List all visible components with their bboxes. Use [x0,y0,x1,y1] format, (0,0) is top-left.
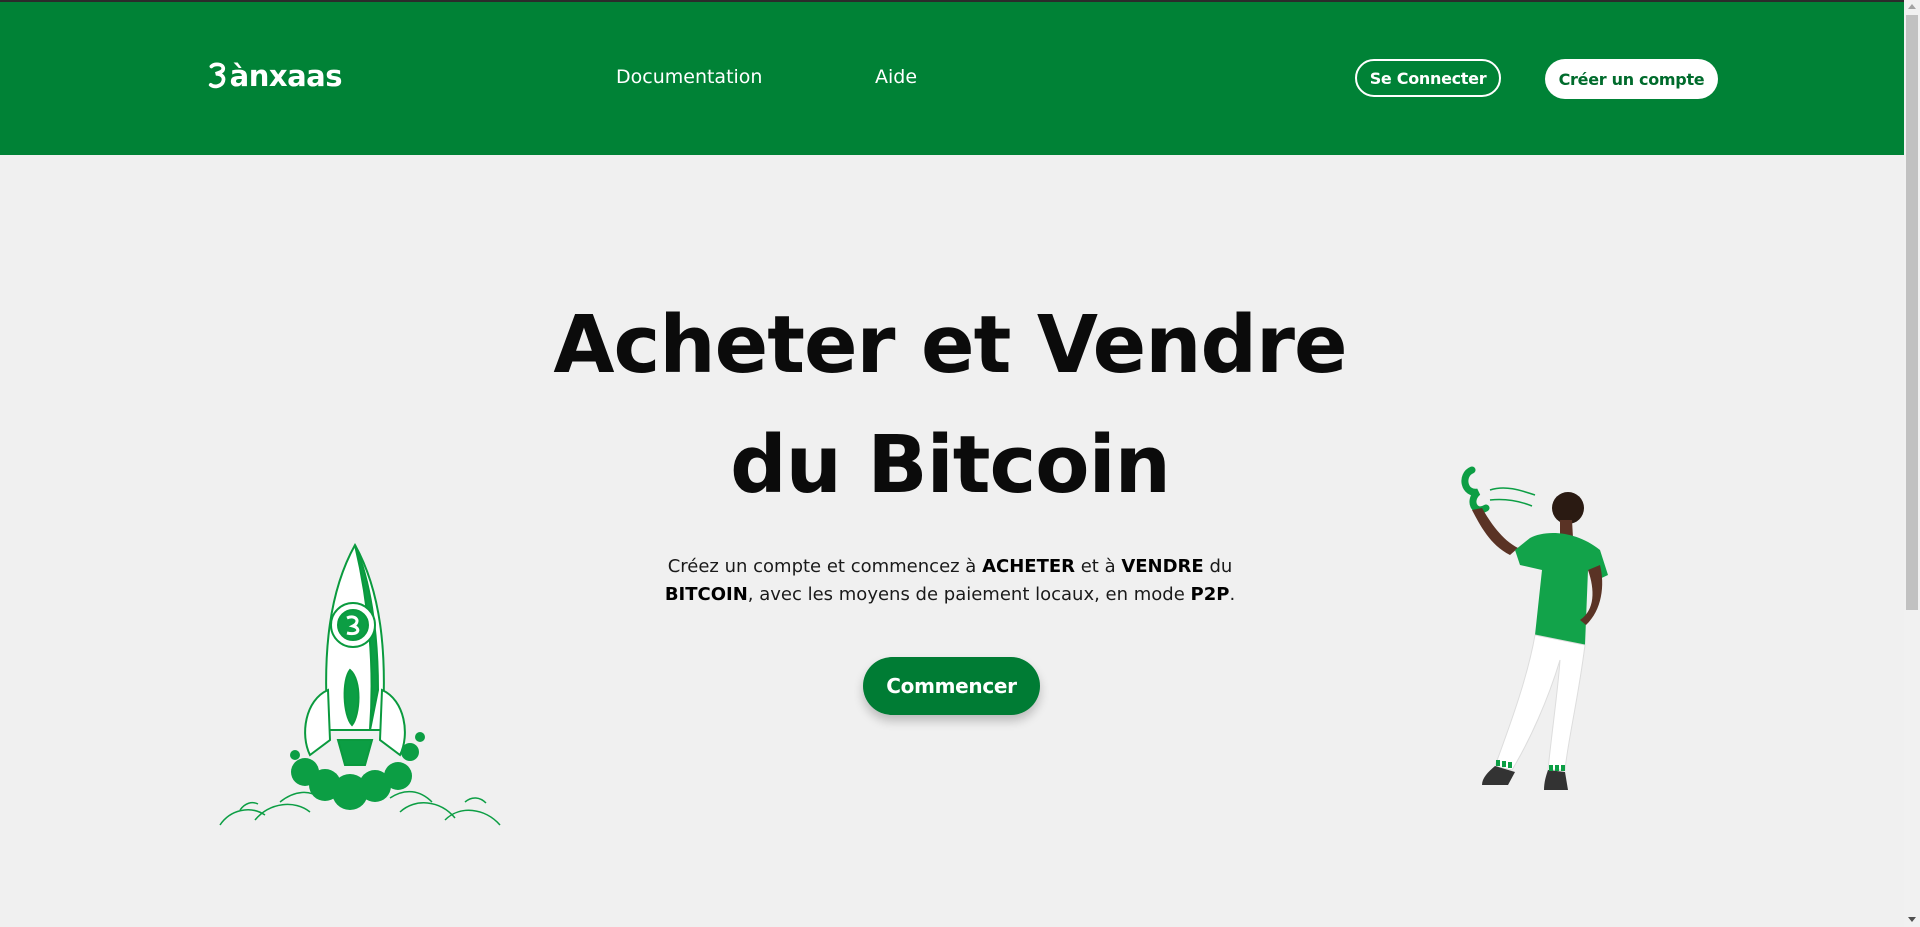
scrollbar-thumb[interactable] [1906,15,1918,610]
page: ànxaas Documentation Aide Se Connecter C… [0,0,1920,927]
subtitle-keyword: ACHETER [982,556,1075,577]
subtitle-keyword: BITCOIN [664,584,748,605]
subtitle-text: , avec les moyens de paiement locaux, en… [747,584,1191,605]
hero-subtitle: Créez un compte et commencez à ACHETER e… [640,553,1260,609]
signup-button[interactable]: Créer un compte [1545,59,1718,99]
start-button[interactable]: Commencer [863,657,1040,715]
login-button[interactable]: Se Connecter [1355,59,1501,97]
site-logo[interactable]: ànxaas [207,56,343,96]
subtitle-text: Créez un compte et commencez à [667,556,983,577]
nav-aide[interactable]: Aide [875,66,917,88]
person-illustration [1461,466,1608,790]
subtitle-text: et à [1075,556,1122,577]
subtitle-text: . [1229,584,1236,605]
nav-documentation[interactable]: Documentation [616,66,762,88]
scroll-up-icon[interactable] [1908,4,1916,9]
subtitle-keyword: VENDRE [1121,556,1204,577]
rocket-illustration [219,542,501,826]
subtitle-keyword: P2P [1190,584,1230,605]
hero-title: Acheter et Vendre du Bitcoin [470,285,1430,525]
logo-text: ànxaas [229,59,343,93]
scroll-down-icon[interactable] [1908,917,1916,922]
site-header: ànxaas Documentation Aide Se Connecter C… [0,2,1904,155]
banxaas-logo-icon [208,62,226,89]
hero-title-line-2: du Bitcoin [730,419,1171,511]
hero-title-line-1: Acheter et Vendre [553,299,1347,391]
subtitle-text: du [1203,556,1233,577]
